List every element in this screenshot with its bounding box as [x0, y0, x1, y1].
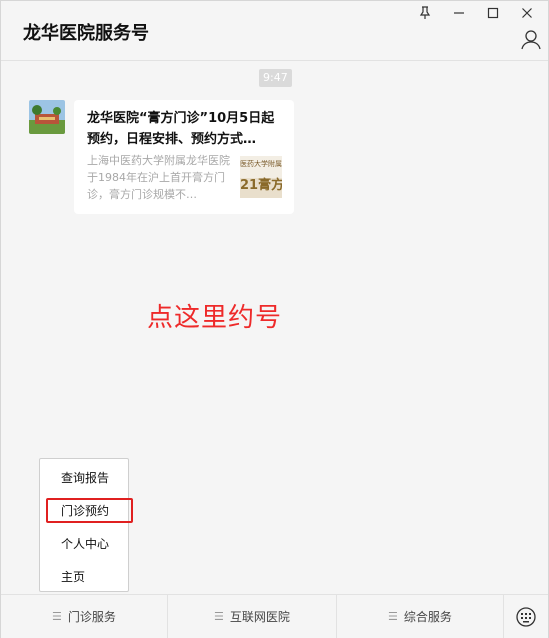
profile-button[interactable] — [520, 29, 542, 51]
article-description: 上海中医药大学附属龙华医院于1984年在沪上首开膏方门诊，膏方门诊规模不… — [87, 154, 230, 201]
pin-button[interactable] — [410, 5, 440, 21]
menu-item-home[interactable]: 主页 — [40, 561, 128, 593]
menu-item-personal-center[interactable]: 个人中心 — [40, 528, 128, 560]
window-title: 龙华医院服务号 — [23, 23, 149, 44]
tab-outpatient-services[interactable]: ☰ 门诊服务 — [1, 595, 168, 638]
menu-lines-icon: ☰ — [388, 610, 398, 623]
tab-general-services[interactable]: ☰ 综合服务 — [337, 595, 504, 638]
maximize-icon — [487, 7, 499, 19]
close-button[interactable] — [512, 5, 542, 21]
menu-item-query-report[interactable]: 查询报告 — [40, 462, 128, 494]
chat-window: 龙华医院服务号 9:47 龙华医院“膏方门诊”10月5日起预约，日程安排、预约方… — [0, 0, 549, 638]
tab-label: 综合服务 — [403, 610, 452, 624]
thumbnail-text-bottom: 21膏方 — [240, 178, 282, 193]
account-avatar[interactable] — [29, 100, 65, 134]
tab-label: 互联网医院 — [229, 610, 290, 624]
article-message-card[interactable]: 龙华医院“膏方门诊”10月5日起预约，日程安排、预约方式… 上海中医药大学附属龙… — [74, 100, 294, 214]
menu-lines-icon: ☰ — [214, 610, 224, 623]
bottom-menu-bar: ☰ 门诊服务 ☰ 互联网医院 ☰ 综合服务 — [1, 594, 548, 638]
user-icon — [521, 30, 541, 50]
minimize-icon — [454, 12, 464, 14]
window-controls — [410, 5, 542, 21]
message-timestamp: 9:47 — [259, 69, 292, 87]
title-bar: 龙华医院服务号 — [1, 1, 548, 61]
maximize-button[interactable] — [478, 5, 508, 21]
keyboard-icon — [516, 606, 536, 627]
instruction-annotation: 点这里约号 — [147, 303, 283, 333]
tab-internet-hospital[interactable]: ☰ 互联网医院 — [168, 595, 337, 638]
thumbnail-text-top: 医药大学附属 — [240, 160, 282, 168]
article-thumbnail: 医药大学附属 21膏方 — [240, 156, 282, 198]
menu-item-outpatient-appointment[interactable]: 门诊预约 — [40, 495, 128, 527]
close-icon — [522, 8, 532, 18]
keyboard-toggle-button[interactable] — [504, 595, 548, 638]
minimize-button[interactable] — [444, 5, 474, 21]
pin-icon — [419, 6, 431, 19]
hospital-avatar-image — [29, 100, 65, 134]
popup-menu: 查询报告 门诊预约 个人中心 主页 — [39, 458, 129, 592]
article-title: 龙华医院“膏方门诊”10月5日起预约，日程安排、预约方式… — [87, 111, 275, 147]
tab-label: 门诊服务 — [67, 610, 116, 624]
menu-lines-icon: ☰ — [52, 610, 62, 623]
